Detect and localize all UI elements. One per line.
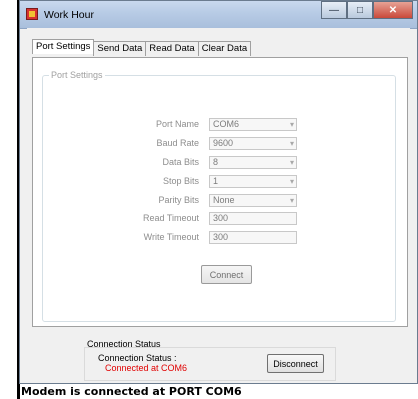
minimize-button[interactable]: — (321, 1, 347, 19)
chevron-down-icon: ▾ (289, 196, 294, 205)
chevron-down-icon: ▾ (289, 158, 294, 167)
background-strip (0, 0, 18, 399)
data-bits-combo[interactable]: 8 ▾ (209, 156, 297, 169)
tab-clear-data[interactable]: Clear Data (197, 41, 252, 56)
write-timeout-label: Write Timeout (143, 232, 199, 242)
parity-bits-combo[interactable]: None ▾ (209, 194, 297, 207)
read-timeout-input[interactable]: 300 (209, 212, 297, 225)
read-timeout-label: Read Timeout (142, 213, 199, 223)
stop-bits-label: Stop Bits (162, 176, 199, 186)
port-name-value: COM6 (213, 119, 240, 129)
data-bits-value: 8 (213, 157, 219, 167)
baud-rate-combo[interactable]: 9600 ▾ (209, 137, 297, 150)
client-area: Port Settings Send Data Read Data Clear … (27, 28, 410, 383)
parity-bits-label: Parity Bits (158, 195, 199, 205)
window-controls: — □ ✕ (321, 1, 413, 21)
stop-bits-combo[interactable]: 1 ▾ (209, 175, 297, 188)
window-title: Work Hour (44, 9, 94, 21)
status-message: Modem is connected at PORT COM6 (20, 384, 418, 399)
port-name-label: Port Name (155, 119, 199, 129)
stop-bits-value: 1 (213, 176, 219, 186)
disconnect-button[interactable]: Disconnect (267, 354, 324, 373)
tab-send-data[interactable]: Send Data (93, 41, 147, 56)
tab-strip: Port Settings Send Data Read Data Clear … (32, 39, 252, 56)
data-bits-label: Data Bits (162, 157, 199, 167)
chevron-down-icon: ▾ (289, 120, 294, 129)
baud-rate-label: Baud Rate (156, 138, 199, 148)
connection-status-group: Connection Status : Connected at COM6 Di… (84, 347, 336, 381)
baud-rate-value: 9600 (213, 138, 234, 148)
chevron-down-icon: ▾ (289, 177, 294, 186)
title-bar[interactable]: Work Hour — □ ✕ (20, 1, 417, 29)
connection-status-value: Connected at COM6 (105, 363, 188, 373)
app-window: Work Hour — □ ✕ Port Settings Send Data … (19, 0, 418, 384)
close-button[interactable]: ✕ (373, 1, 413, 19)
chevron-down-icon: ▾ (289, 139, 294, 148)
connection-status-label: Connection Status : (98, 353, 177, 363)
parity-bits-value: None (213, 195, 235, 205)
write-timeout-input[interactable]: 300 (209, 231, 297, 244)
tab-port-settings[interactable]: Port Settings (32, 39, 95, 54)
port-settings-group: Port Settings Port Name COM6 ▾ Baud Rate… (42, 70, 396, 322)
connect-button[interactable]: Connect (201, 265, 252, 284)
tab-read-data[interactable]: Read Data (145, 41, 199, 56)
port-name-combo[interactable]: COM6 ▾ (209, 118, 297, 131)
app-icon (26, 8, 38, 20)
port-settings-group-title: Port Settings (49, 70, 105, 80)
maximize-button[interactable]: □ (347, 1, 373, 19)
port-settings-panel: Port Settings Port Name COM6 ▾ Baud Rate… (32, 57, 408, 327)
